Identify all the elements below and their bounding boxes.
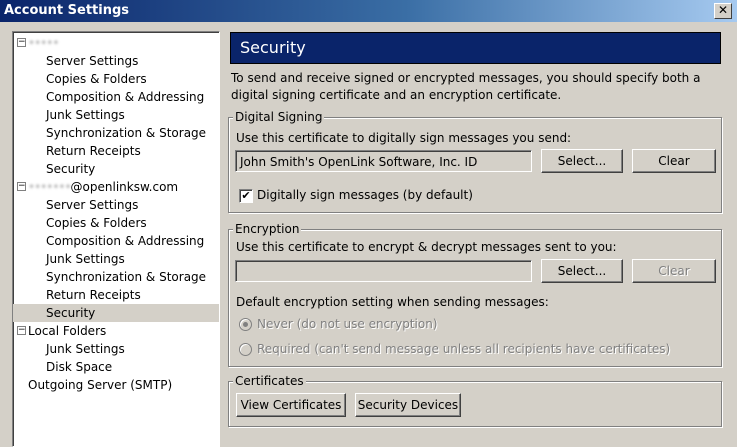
close-button[interactable]: ✕	[714, 3, 732, 19]
tree-item-label: Copies & Folders	[46, 216, 147, 230]
tree-local-folders[interactable]: − Local Folders	[13, 322, 219, 340]
tree-item-label: Synchronization & Storage	[46, 126, 207, 140]
tree-item-label: Junk Settings	[46, 342, 125, 356]
tree-item-outgoing-server[interactable]: Outgoing Server (SMTP)	[13, 376, 219, 394]
tree-item-label: Server Settings	[46, 54, 139, 68]
encryption-clear-button[interactable]: Clear	[632, 259, 716, 283]
encryption-legend: Encryption	[233, 222, 302, 236]
tree-item-security-selected[interactable]: Security	[13, 304, 219, 322]
tree-item-server-settings[interactable]: Server Settings	[13, 196, 219, 214]
signing-select-button[interactable]: Select...	[541, 149, 623, 173]
window-title: Account Settings	[4, 3, 130, 18]
account-tree[interactable]: − ••••• Server Settings Copies & Folders…	[12, 31, 220, 447]
signing-clear-button[interactable]: Clear	[632, 149, 716, 173]
collapse-icon[interactable]: −	[17, 182, 26, 191]
tree-item-label: Synchronization & Storage	[46, 270, 207, 284]
title-bar: Account Settings ✕	[0, 0, 737, 22]
tree-item-local-junk[interactable]: Junk Settings	[13, 340, 219, 358]
encryption-instruction: Use this certificate to encrypt & decryp…	[236, 240, 617, 254]
encryption-certificate-field[interactable]	[235, 260, 532, 282]
tree-item-server-settings[interactable]: Server Settings	[13, 52, 219, 70]
tree-item-composition[interactable]: Composition & Addressing	[13, 232, 219, 250]
intro-text: To send and receive signed or encrypted …	[231, 71, 701, 102]
account-2-label: @openlinksw.com	[70, 180, 179, 194]
tree-item-copies-folders[interactable]: Copies & Folders	[13, 214, 219, 232]
checkmark-icon: ✔	[241, 189, 251, 202]
page-title: Security	[240, 38, 306, 57]
tree-item-label: Return Receipts	[46, 288, 141, 302]
never-label: Never (do not use encryption)	[257, 317, 438, 331]
security-devices-button[interactable]: Security Devices	[355, 393, 461, 417]
tree-item-sync[interactable]: Synchronization & Storage	[13, 268, 219, 286]
never-radio[interactable]	[239, 318, 252, 331]
view-certificates-button[interactable]: View Certificates	[236, 393, 346, 417]
tree-item-junk[interactable]: Junk Settings	[13, 106, 219, 124]
tree-item-label: Composition & Addressing	[46, 90, 205, 104]
signing-instruction: Use this certificate to digitally sign m…	[236, 131, 572, 145]
tree-item-label: Junk Settings	[46, 252, 125, 266]
close-icon: ✕	[717, 3, 729, 17]
local-folders-label: Local Folders	[28, 324, 107, 338]
tree-account-1[interactable]: − •••••	[13, 34, 219, 52]
tree-item-receipts[interactable]: Return Receipts	[13, 286, 219, 304]
tree-item-label: Outgoing Server (SMTP)	[28, 378, 173, 392]
tree-item-security[interactable]: Security	[13, 160, 219, 178]
tree-item-label: Server Settings	[46, 198, 139, 212]
sign-by-default-checkbox[interactable]: ✔	[239, 189, 253, 203]
tree-item-label: Disk Space	[46, 360, 113, 374]
collapse-icon[interactable]: −	[17, 38, 26, 47]
tree-item-composition[interactable]: Composition & Addressing	[13, 88, 219, 106]
sign-by-default-label: Digitally sign messages (by default)	[257, 188, 473, 202]
tree-item-receipts[interactable]: Return Receipts	[13, 142, 219, 160]
encryption-group: Encryption Use this certificate to encry…	[228, 222, 722, 367]
certificates-group: Certificates View Certificates Security …	[228, 374, 722, 427]
tree-item-label: Security	[46, 306, 96, 320]
tree-account-2[interactable]: − •••••••@openlinksw.com	[13, 178, 219, 196]
tree-item-label: Return Receipts	[46, 144, 141, 158]
tree-item-label: Junk Settings	[46, 108, 125, 122]
certificates-legend: Certificates	[233, 374, 306, 388]
digital-signing-legend: Digital Signing	[233, 110, 325, 124]
required-radio[interactable]	[239, 343, 252, 356]
panel-header: Security	[230, 32, 721, 64]
tree-item-sync[interactable]: Synchronization & Storage	[13, 124, 219, 142]
required-label: Required (can't send message unless all …	[257, 342, 671, 356]
encryption-select-button[interactable]: Select...	[541, 259, 623, 283]
tree-item-label: Composition & Addressing	[46, 234, 205, 248]
tree-item-label: Security	[46, 162, 96, 176]
collapse-icon[interactable]: −	[17, 326, 26, 335]
tree-item-label: Copies & Folders	[46, 72, 147, 86]
tree-item-junk[interactable]: Junk Settings	[13, 250, 219, 268]
default-encryption-label: Default encryption setting when sending …	[236, 295, 549, 309]
tree-item-copies-folders[interactable]: Copies & Folders	[13, 70, 219, 88]
account-2-label-hidden: •••••••	[28, 180, 72, 194]
digital-signing-group: Digital Signing Use this certificate to …	[228, 110, 722, 213]
tree-item-disk-space[interactable]: Disk Space	[13, 358, 219, 376]
account-1-label: •••••	[28, 36, 59, 50]
signing-certificate-field[interactable]: John Smith's OpenLink Software, Inc. ID	[235, 150, 532, 172]
